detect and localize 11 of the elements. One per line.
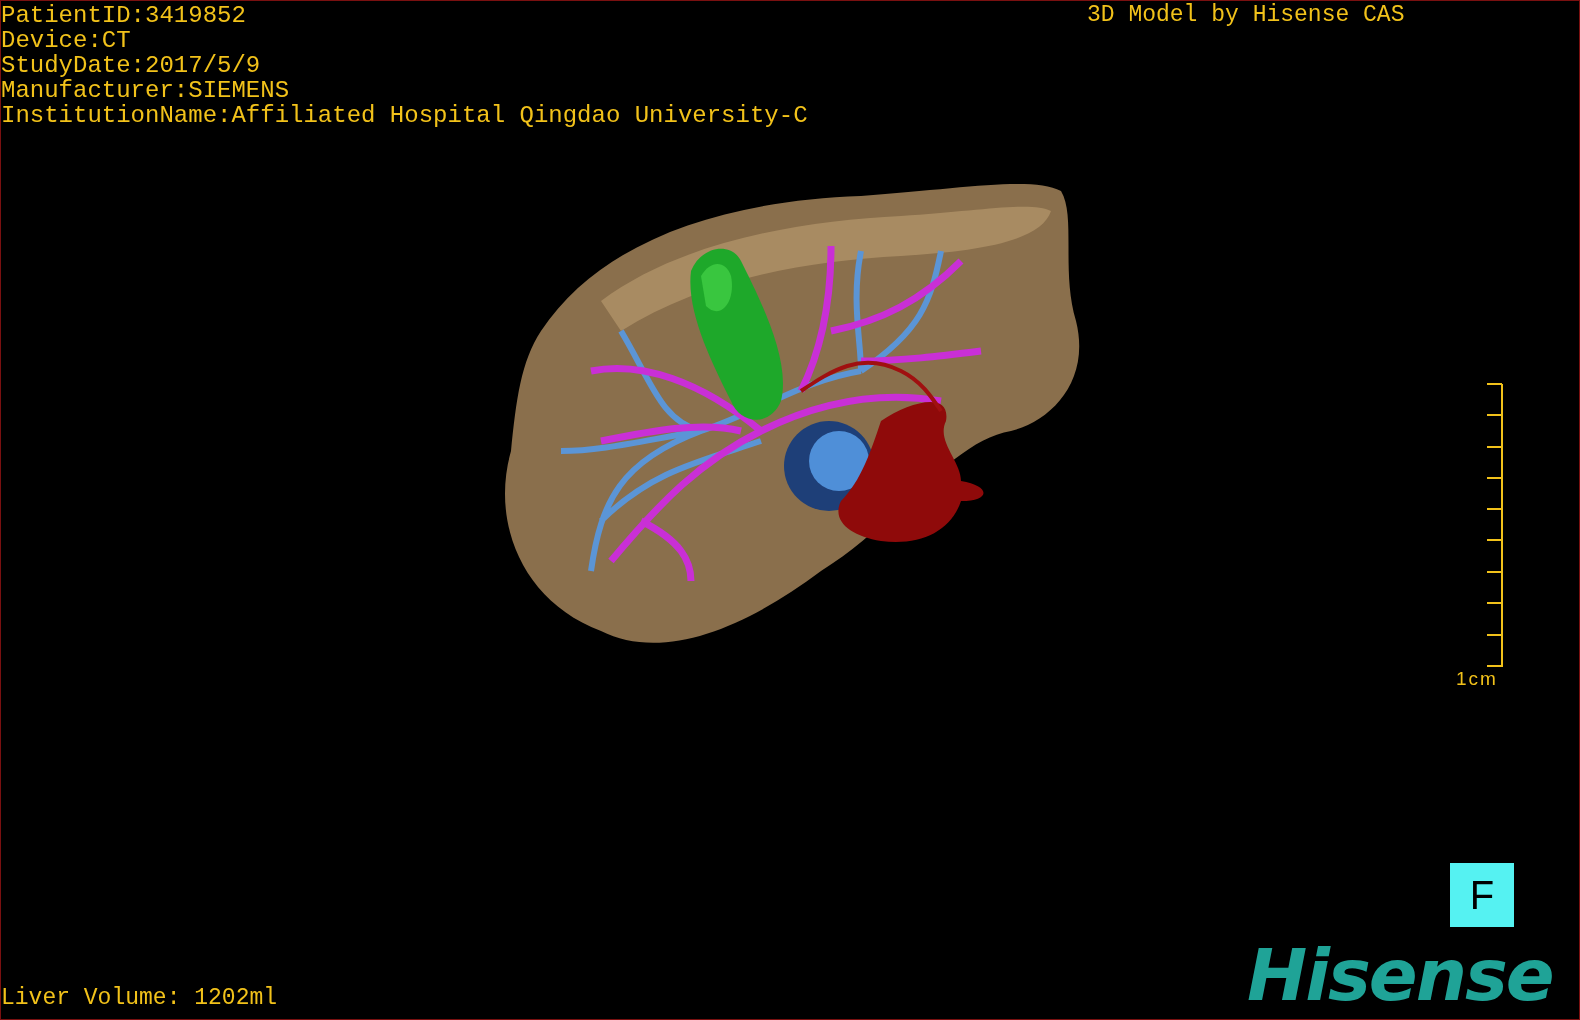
logo: Hisense bbox=[1247, 935, 1553, 1015]
info-line: PatientID:3419852 bbox=[1, 3, 247, 28]
info-line: Manufacturer:SIEMENS bbox=[1, 78, 291, 103]
info-line: Device:CT bbox=[1, 28, 132, 53]
scale-bar-icon bbox=[1484, 383, 1504, 668]
volume-readout: Liver Volume: 1202ml bbox=[1, 986, 278, 1011]
caption: 3D Model by Hisense CAS bbox=[1087, 3, 1405, 28]
view-button[interactable]: F bbox=[1450, 863, 1514, 927]
scale-label: 1cm bbox=[1456, 668, 1498, 690]
info-line: InstitutionName:Affiliated Hospital Qingdao University-C bbox=[1, 103, 808, 128]
info-line: StudyDate:2017/5/9 bbox=[1, 53, 262, 78]
